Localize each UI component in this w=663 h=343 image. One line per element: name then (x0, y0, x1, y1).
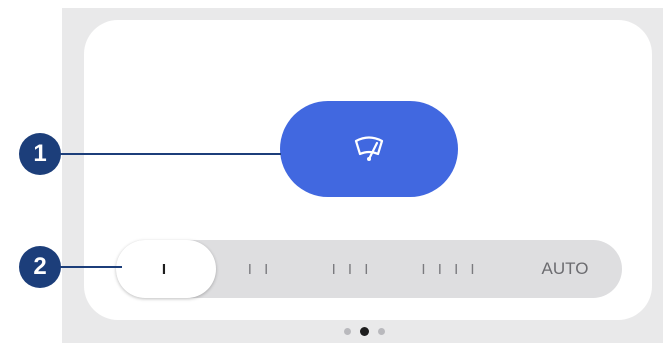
callout-badge-1: 1 (19, 133, 61, 175)
speed-option-label: I I (247, 260, 273, 278)
wiper-speed-selector: I I I I I I I I I I AUTO (116, 240, 622, 298)
page-dot[interactable] (344, 327, 351, 335)
speed-option-4[interactable]: I I I I (400, 240, 500, 298)
callout-badge-2: 2 (19, 246, 61, 288)
wiper-button[interactable] (280, 101, 458, 197)
speed-option-label: I (161, 260, 171, 278)
page-dot[interactable] (378, 327, 385, 335)
speed-option-label: AUTO (541, 259, 589, 278)
callout-number: 1 (33, 140, 47, 167)
speed-option-label: I I I I (421, 260, 479, 278)
speed-option-auto[interactable]: AUTO (520, 240, 610, 298)
speed-option-2[interactable]: I I (216, 240, 304, 298)
page-dot-active[interactable] (360, 326, 369, 336)
speed-option-label: I I I (331, 260, 373, 278)
callout-line-1 (40, 153, 281, 155)
callout-number: 2 (33, 253, 47, 280)
speed-option-1[interactable]: I (116, 240, 216, 298)
speed-option-3[interactable]: I I I (304, 240, 400, 298)
windshield-wiper-icon (353, 135, 385, 163)
page-indicator (344, 326, 385, 336)
